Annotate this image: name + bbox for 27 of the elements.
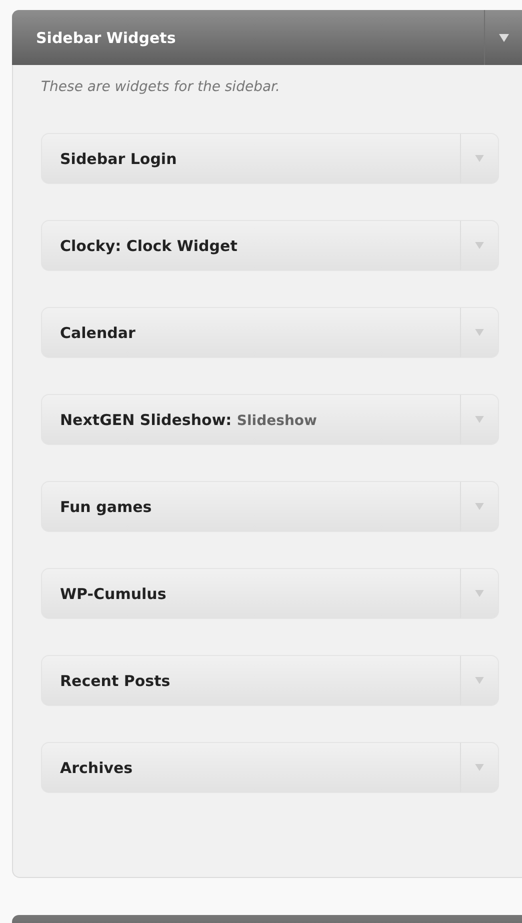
caret-icon (475, 590, 484, 597)
caret-icon (475, 242, 484, 249)
widget-title: Fun games (59, 498, 153, 516)
caret-icon (475, 677, 484, 684)
caret-icon (475, 503, 484, 510)
widget-item[interactable]: NextGEN Slideshow: Slideshow (41, 394, 499, 445)
widget-title: Archives (59, 758, 134, 776)
widget-item[interactable]: Calendar (41, 307, 499, 358)
caret-icon (498, 34, 508, 42)
widget-title: NextGEN Slideshow: Slideshow (59, 410, 318, 428)
widget-item[interactable]: Sidebar Login (41, 133, 499, 184)
caret-icon (475, 764, 484, 771)
widget-title: Recent Posts (59, 672, 172, 690)
widget-item[interactable]: Recent Posts (41, 655, 499, 706)
widget-item[interactable]: WP-Cumulus (41, 568, 499, 619)
caret-icon (475, 329, 484, 336)
widget-item[interactable]: Fun games (41, 481, 499, 532)
widget-title: Clocky: Clock Widget (59, 236, 238, 254)
widget-title: WP-Cumulus (59, 584, 168, 602)
widget-title: Sidebar Login (59, 150, 178, 168)
panel-description: These are widgets for the sidebar. (41, 79, 281, 97)
widget-item[interactable]: Clocky: Clock Widget (41, 220, 499, 271)
caret-icon (475, 155, 484, 162)
caret-icon (475, 416, 484, 423)
widget-title: Calendar (59, 324, 136, 342)
widget-item[interactable]: Archives (41, 742, 499, 793)
panel-title: Sidebar Widgets (35, 28, 177, 46)
